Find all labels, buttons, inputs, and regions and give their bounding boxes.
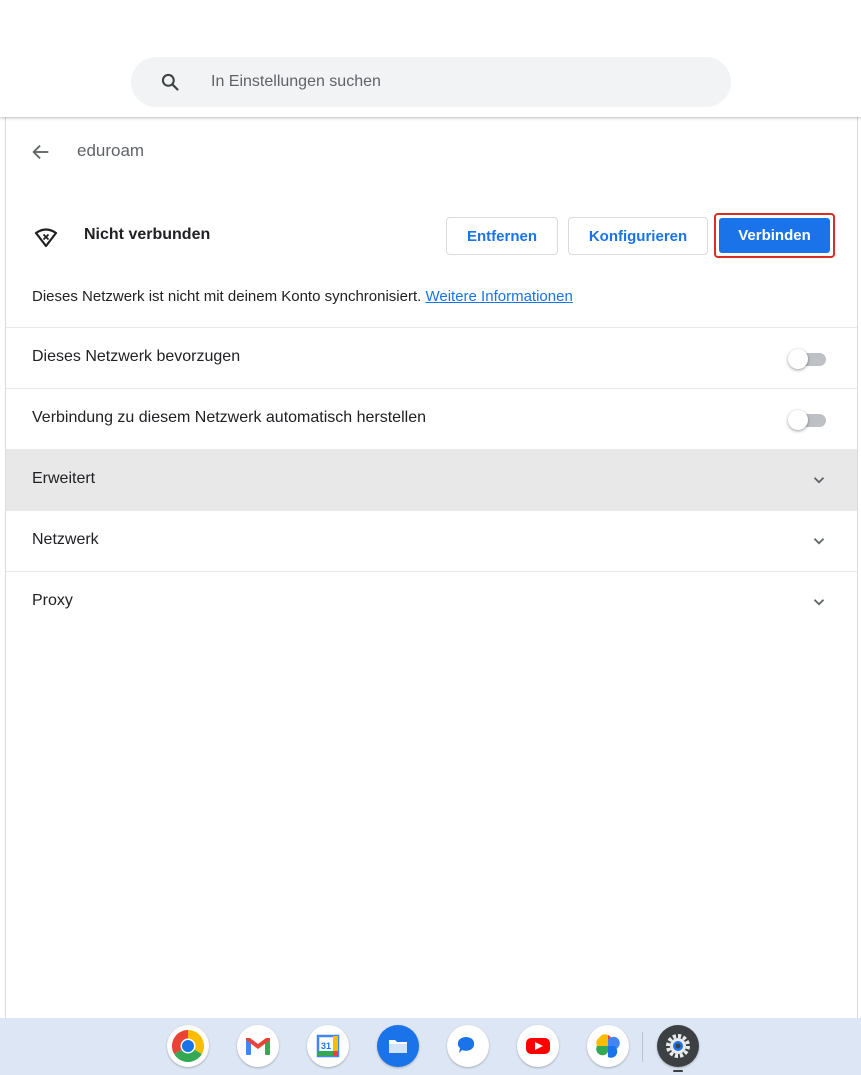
- settings-app[interactable]: [657, 1025, 699, 1067]
- messages-icon: [457, 1037, 474, 1053]
- messages-app[interactable]: [447, 1025, 489, 1067]
- chrome-icon: [172, 1030, 204, 1062]
- proxy-section[interactable]: Proxy: [6, 571, 857, 632]
- autoconnect-toggle[interactable]: [788, 410, 828, 430]
- gmail-app[interactable]: [237, 1025, 279, 1067]
- sync-text: Dieses Netzwerk ist nicht mit deinem Kon…: [32, 288, 422, 305]
- connect-button[interactable]: Verbinden: [719, 218, 830, 253]
- chevron-down-icon[interactable]: [810, 471, 828, 489]
- page-title: eduroam: [77, 141, 145, 160]
- prefer-network-row[interactable]: Dieses Netzwerk bevorzugen: [6, 327, 857, 388]
- sync-notice: Dieses Netzwerk ist nicht mit deinem Kon…: [32, 288, 573, 305]
- shelf: 31: [0, 1018, 861, 1075]
- toggle-knob: [788, 349, 808, 369]
- toggle-knob: [788, 410, 808, 430]
- back-arrow-icon[interactable]: [30, 141, 52, 163]
- configure-button[interactable]: Konfigurieren: [568, 217, 708, 255]
- youtube-icon: [526, 1038, 550, 1054]
- search-icon[interactable]: [160, 72, 180, 92]
- connection-status: Nicht verbunden: [84, 226, 211, 243]
- chevron-down-icon[interactable]: [810, 593, 828, 611]
- autoconnect-row[interactable]: Verbindung zu diesem Netzwerk automatisc…: [6, 388, 857, 449]
- proxy-label: Proxy: [32, 592, 73, 609]
- autoconnect-label: Verbindung zu diesem Netzwerk automatisc…: [32, 409, 426, 426]
- search-box[interactable]: In Einstellungen suchen: [131, 57, 731, 107]
- calendar-day: 31: [321, 1041, 331, 1051]
- search-input[interactable]: In Einstellungen suchen: [211, 73, 381, 91]
- network-details-page: eduroam Nicht verbunden Entfernen Konfig…: [5, 117, 858, 1018]
- settings-icon: [666, 1034, 690, 1058]
- network-label: Netzwerk: [32, 531, 99, 548]
- gmail-icon: [246, 1038, 270, 1055]
- chevron-down-icon[interactable]: [810, 532, 828, 550]
- files-app[interactable]: [377, 1025, 419, 1067]
- learn-more-link[interactable]: Weitere Informationen: [425, 288, 572, 305]
- advanced-section[interactable]: Erweitert: [6, 449, 857, 510]
- prefer-network-toggle[interactable]: [788, 349, 828, 369]
- remove-button[interactable]: Entfernen: [446, 217, 558, 255]
- photos-app[interactable]: [587, 1025, 629, 1067]
- prefer-network-label: Dieses Netzwerk bevorzugen: [32, 348, 241, 365]
- files-icon: [389, 1040, 407, 1053]
- shelf-divider: [642, 1032, 643, 1062]
- calendar-app[interactable]: 31: [307, 1025, 349, 1067]
- chrome-app[interactable]: [167, 1025, 209, 1067]
- connect-button-highlight: Verbinden: [714, 213, 835, 258]
- active-app-indicator: [673, 1070, 683, 1072]
- network-section[interactable]: Netzwerk: [6, 510, 857, 571]
- advanced-label: Erweitert: [32, 470, 96, 487]
- wifi-disconnected-icon: [34, 228, 58, 248]
- calendar-icon: 31: [316, 1034, 340, 1058]
- photos-icon: [596, 1034, 620, 1058]
- youtube-app[interactable]: [517, 1025, 559, 1067]
- top-bar: In Einstellungen suchen: [0, 0, 861, 117]
